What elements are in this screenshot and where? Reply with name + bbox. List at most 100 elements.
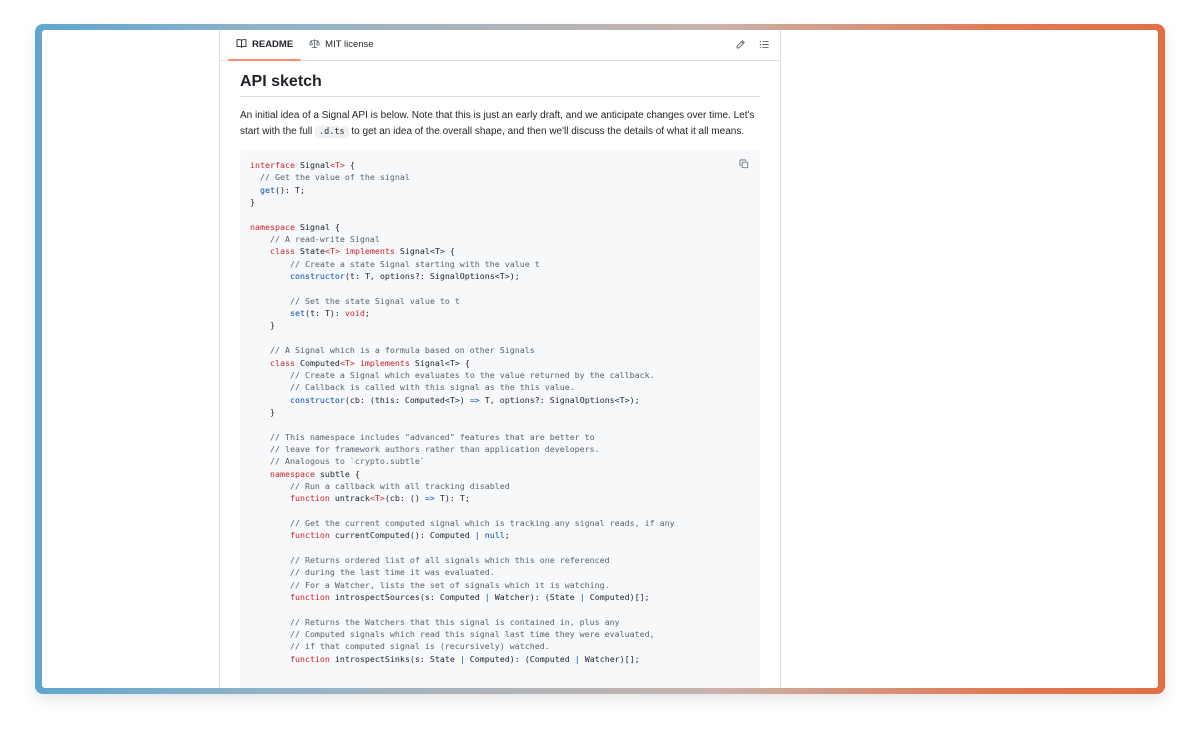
code-line: // Computed signals which read this sign… — [250, 628, 750, 640]
tab-license-label: MIT license — [325, 39, 374, 50]
code-token: currentComputed(): Computed — [329, 530, 475, 541]
code-token: Computed — [294, 357, 340, 368]
code-token: (cb: (this: Computed<T>) — [344, 394, 470, 405]
code-token: Signal { — [294, 221, 340, 232]
code-line: // This namespace includes "advanced" fe… — [250, 431, 750, 443]
code-token: function — [250, 653, 330, 664]
code-token: // during the last time it was evaluated… — [250, 567, 495, 578]
edit-button[interactable] — [732, 38, 748, 54]
code-token: // Set the state Signal value to t — [250, 295, 460, 306]
code-token: untrack — [329, 493, 370, 504]
code-token: // For a Watcher, lists the set of signa… — [250, 579, 610, 590]
code-line: class Computed<T> implements Signal<T> { — [250, 357, 750, 369]
code-token: } — [250, 406, 275, 417]
code-line: // Run a callback with all tracking disa… — [250, 480, 750, 492]
code-token: implements — [359, 357, 410, 368]
code-line: // if that computed signal is (recursive… — [250, 640, 750, 652]
readme-panel: README MIT license API sketch An initial… — [219, 30, 781, 688]
code-token: <T> — [339, 357, 355, 368]
code-line: function introspectSinks(s: State | Comp… — [250, 653, 750, 665]
code-token: // Create a state Signal starting with t… — [250, 258, 540, 269]
code-token: // Returns the Watchers that this signal… — [250, 616, 620, 627]
code-line: function untrack<T>(cb: () => T): T; — [250, 492, 750, 504]
code-token: namespace — [250, 468, 315, 479]
code-token: subtle { — [314, 468, 360, 479]
code-token: T): T; — [434, 493, 470, 504]
code-token: ; — [504, 530, 510, 541]
code-block: interface Signal<T> { // Get the value o… — [240, 150, 760, 688]
code-token: { — [344, 160, 355, 170]
code-token: implements — [344, 246, 395, 257]
code-line: } — [250, 406, 750, 418]
code-line: namespace subtle { — [250, 468, 750, 480]
code-token: get — [250, 184, 275, 195]
outline-button[interactable] — [756, 38, 772, 54]
code-token: // Create a Signal which evaluates to th… — [250, 369, 655, 380]
code-token: => — [469, 394, 480, 405]
code-line: // Create a Signal which evaluates to th… — [250, 369, 750, 381]
code-token: Signal — [294, 160, 330, 170]
code-token: <T> — [324, 246, 340, 257]
code-token: => — [424, 493, 435, 504]
code-token: (t: T): — [304, 308, 345, 319]
code-token: function — [250, 493, 330, 504]
code-token: class — [250, 246, 295, 257]
code-line: // Get the current computed signal which… — [250, 517, 750, 529]
code-text: interface Signal<T> { // Get the value o… — [250, 159, 750, 665]
readme-tabbar: README MIT license — [220, 30, 780, 61]
code-token: namespace — [250, 221, 295, 232]
code-token: Watcher)[]; — [579, 653, 640, 664]
code-token: constructor — [250, 394, 345, 405]
code-token: function — [250, 530, 330, 541]
code-line: constructor(cb: (this: Computed<T>) => T… — [250, 394, 750, 406]
readme-content: API sketch An initial idea of a Signal A… — [220, 61, 780, 688]
code-line: // Set the state Signal value to t — [250, 295, 750, 307]
intro-paragraph: An initial idea of a Signal API is below… — [240, 108, 760, 140]
code-token: // leave for framework authors rather th… — [250, 443, 600, 454]
code-token: } — [250, 320, 275, 331]
code-line: interface Signal<T> { — [250, 159, 750, 171]
code-line: set(t: T): void; — [250, 307, 750, 319]
code-token: Computed): (Computed — [464, 653, 575, 664]
code-line: // A read-write Signal — [250, 233, 750, 245]
code-token: } — [250, 197, 255, 208]
code-token: (): T; — [274, 184, 305, 195]
code-token: // Returns ordered list of all signals w… — [250, 555, 610, 565]
code-token: function — [250, 592, 330, 603]
tab-readme[interactable]: README — [228, 30, 302, 61]
section-heading: API sketch — [240, 61, 760, 97]
code-token: void — [344, 308, 365, 319]
code-token: // Run a callback with all tracking disa… — [250, 480, 510, 491]
code-line: } — [250, 196, 750, 208]
code-token: // A read-write Signal — [250, 234, 380, 245]
tab-license[interactable]: MIT license — [301, 30, 381, 60]
code-line: // Create a state Signal starting with t… — [250, 258, 750, 270]
code-token: (t: T, options?: SignalOptions<T>); — [344, 271, 520, 282]
scale-icon — [309, 38, 320, 52]
code-token: T, options?: SignalOptions<T>); — [479, 394, 640, 405]
code-line: // A Signal which is a formula based on … — [250, 344, 750, 356]
code-token: // Analogous to `crypto.subtle` — [250, 456, 425, 467]
code-token: <T> — [369, 493, 385, 504]
code-token: Signal<T> { — [409, 357, 470, 368]
code-token: introspectSources(s: Computed — [329, 592, 485, 603]
code-line: // For a Watcher, lists the set of signa… — [250, 579, 750, 591]
code-token: interface — [250, 160, 295, 170]
code-line: constructor(t: T, options?: SignalOption… — [250, 270, 750, 282]
code-line: // Returns ordered list of all signals w… — [250, 554, 750, 566]
code-line: // Get the value of the signal — [250, 171, 750, 183]
code-token: // A Signal which is a formula based on … — [250, 345, 535, 356]
code-token: // Computed signals which read this sign… — [250, 629, 655, 640]
book-icon — [236, 38, 247, 52]
copy-button[interactable] — [737, 158, 751, 172]
code-token: class — [250, 357, 295, 368]
code-token: // Callback is called with this signal a… — [250, 382, 575, 393]
code-token: Computed)[]; — [584, 592, 650, 603]
pencil-icon — [735, 37, 746, 55]
code-token: Signal<T> { — [394, 246, 455, 257]
